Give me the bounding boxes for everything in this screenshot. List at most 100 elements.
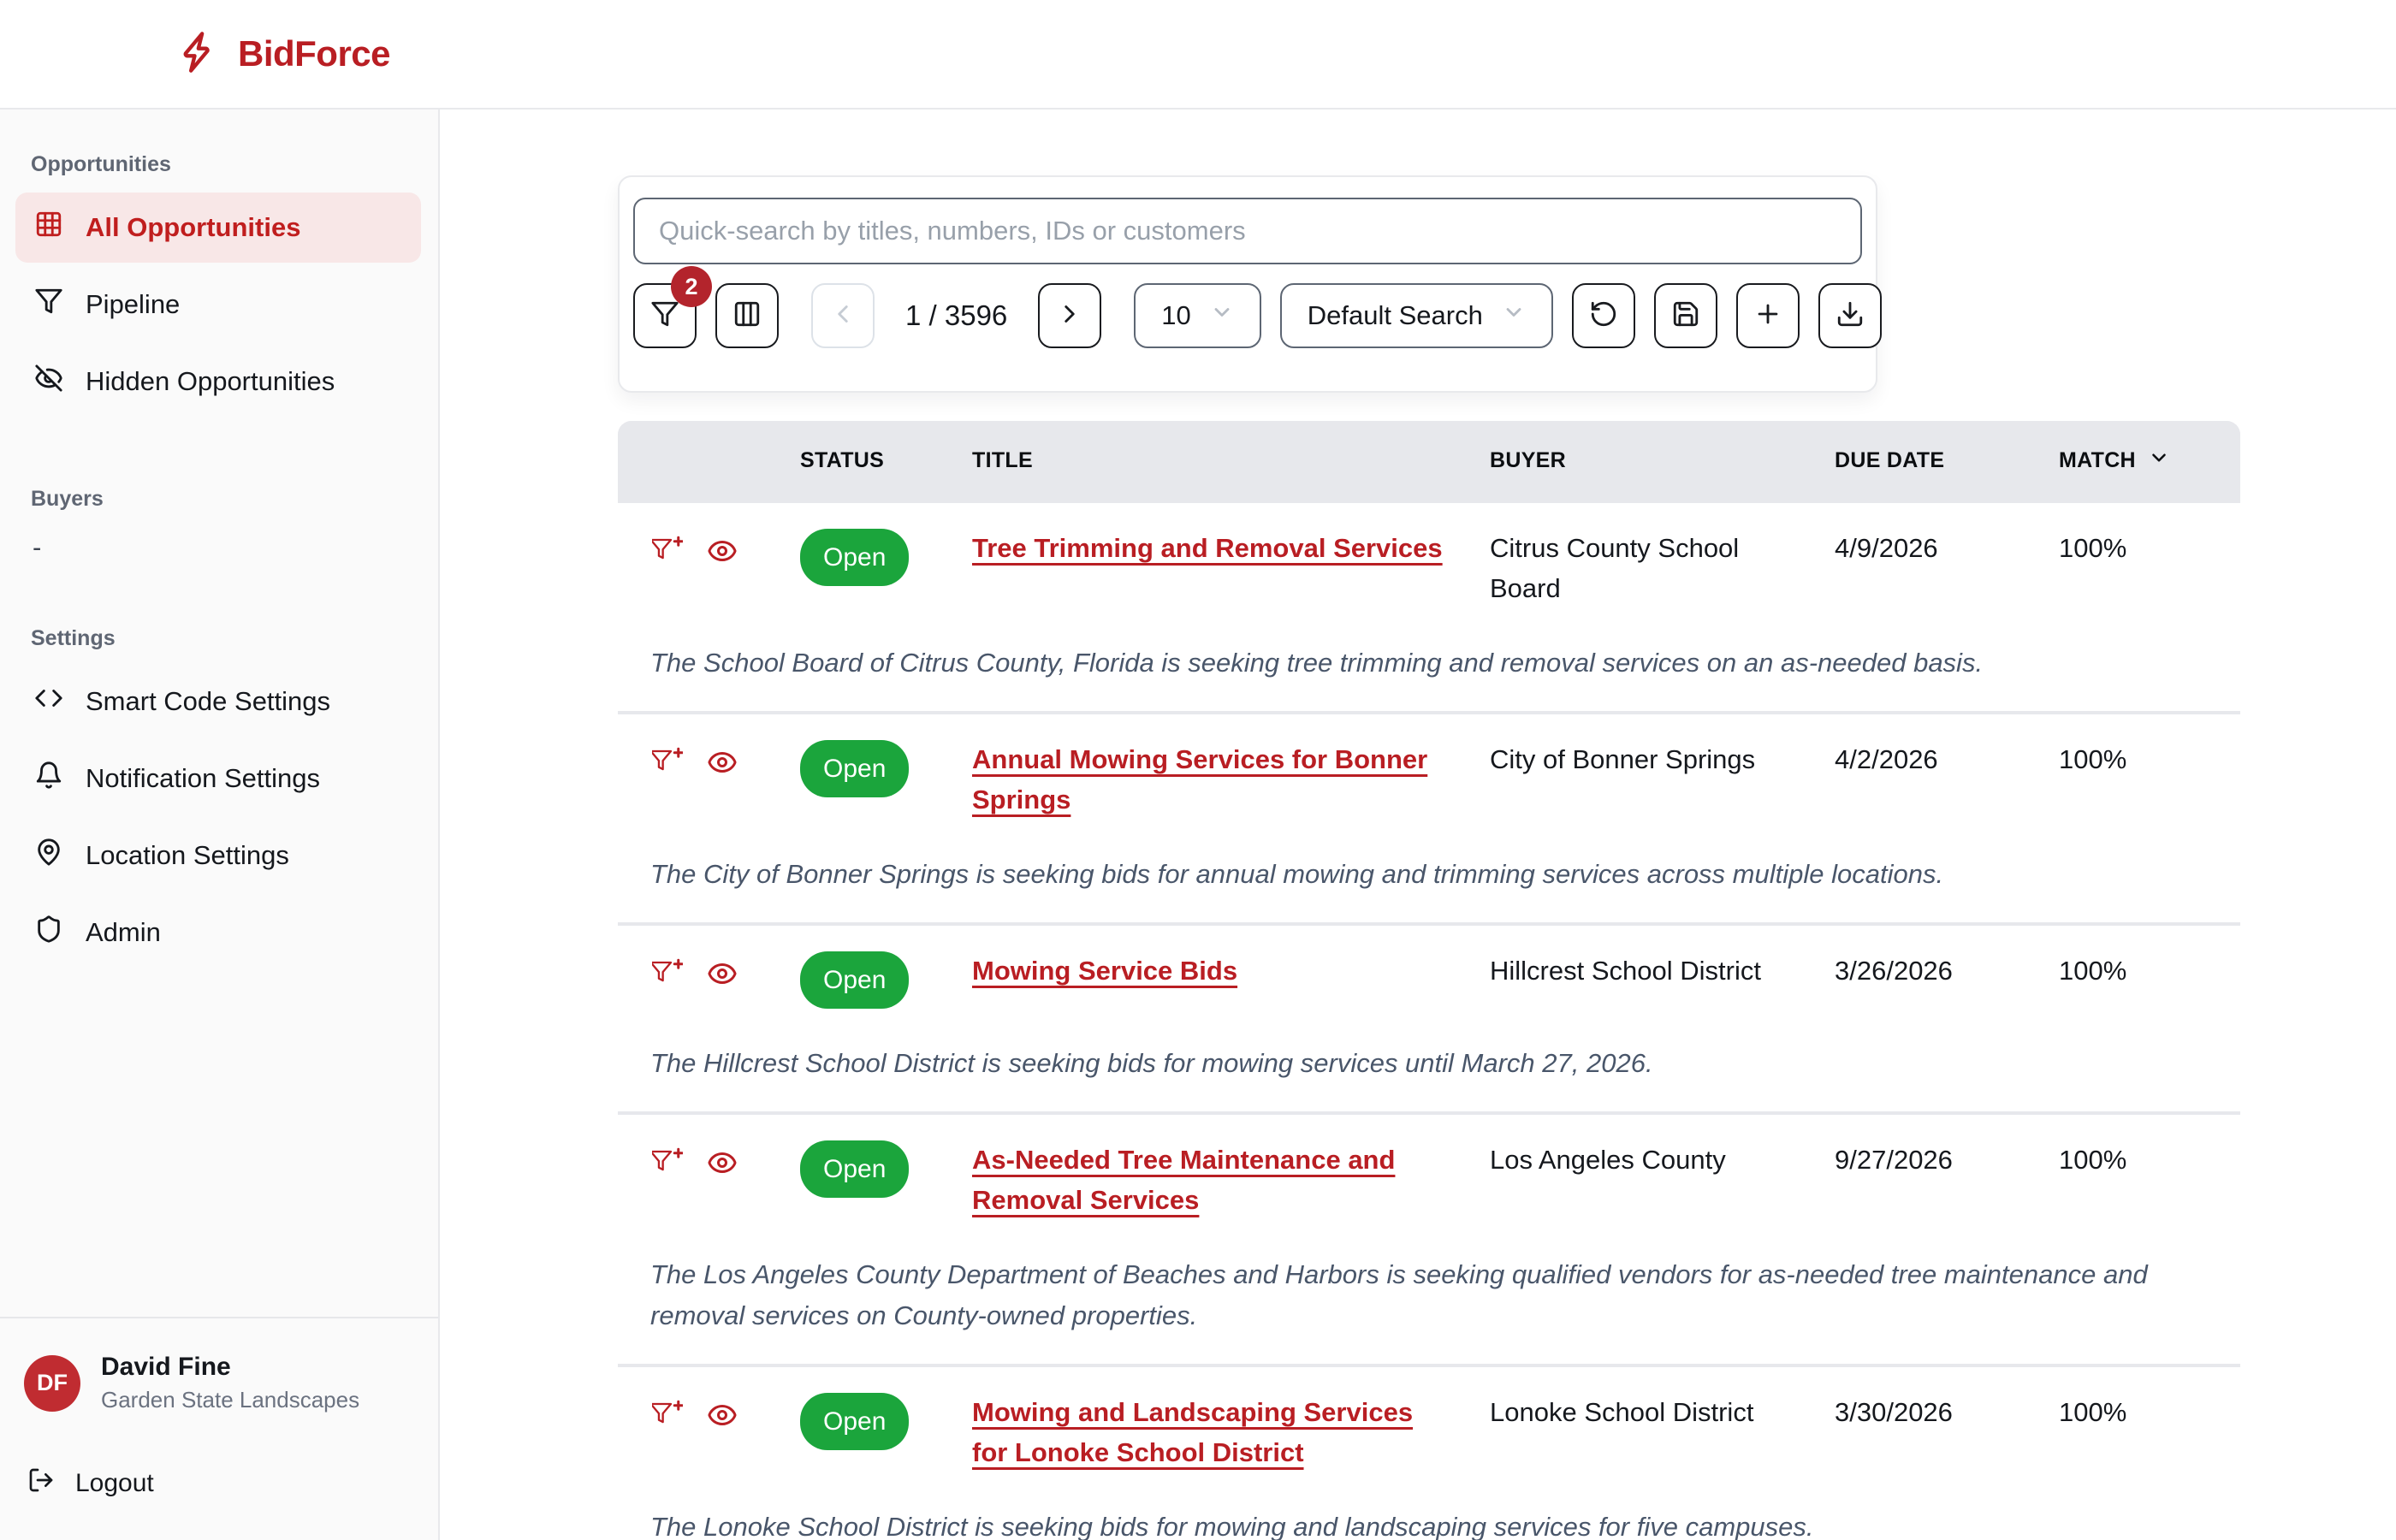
buyer-cell: Lonoke School District: [1490, 1397, 1754, 1428]
brand-name: BidForce: [238, 33, 391, 74]
status-badge: Open: [800, 1393, 910, 1451]
status-badge: Open: [800, 951, 910, 1010]
hide-eye-icon[interactable]: [707, 536, 738, 578]
column-header-status[interactable]: STATUS: [800, 448, 972, 473]
funnel-icon: [34, 287, 63, 323]
toolbar: 2 1 / 3596 10 Default Search: [633, 266, 1882, 348]
pagination-label: 1 / 3596: [905, 299, 1008, 331]
opportunities-table: STATUS TITLE BUYER DUE DATE MATCH Open T…: [618, 421, 2240, 1540]
add-filter-icon[interactable]: [649, 536, 684, 578]
column-header-match[interactable]: MATCH: [2059, 447, 2240, 475]
sidebar: Opportunities All Opportunities Pipeline…: [0, 110, 440, 1540]
logout-button[interactable]: Logout: [27, 1466, 421, 1501]
hide-eye-icon[interactable]: [707, 747, 738, 790]
due-date-cell: 9/27/2026: [1835, 1145, 1953, 1176]
opportunity-description: The Los Angeles County Department of Bea…: [650, 1259, 2148, 1331]
opportunity-title-link[interactable]: As-Needed Tree Maintenance and Removal S…: [972, 1140, 1451, 1220]
app-window: BidForce Opportunities All Opportunities…: [0, 0, 2396, 1540]
avatar: DF: [24, 1354, 80, 1412]
opportunity-description: The Hillcrest School District is seeking…: [650, 1048, 1653, 1079]
table-row: Open Tree Trimming and Removal Services …: [618, 503, 2240, 712]
hide-eye-icon[interactable]: [707, 1400, 738, 1442]
status-badge: Open: [800, 529, 910, 586]
buyer-cell: City of Bonner Springs: [1490, 744, 1756, 775]
hide-eye-icon[interactable]: [707, 1147, 738, 1190]
sidebar-item-notification-settings[interactable]: Notification Settings: [15, 743, 421, 814]
logout-label: Logout: [75, 1469, 154, 1497]
table-row: Open As-Needed Tree Maintenance and Remo…: [618, 1115, 2240, 1365]
add-filter-icon[interactable]: [649, 747, 684, 790]
status-badge: Open: [800, 1140, 910, 1199]
sidebar-item-admin[interactable]: Admin: [15, 897, 421, 968]
quick-search-input[interactable]: [633, 198, 1862, 264]
plus-icon: [1753, 299, 1782, 333]
sidebar-item-label: Location Settings: [86, 840, 289, 870]
add-filter-icon[interactable]: [649, 958, 684, 1001]
reset-search-button[interactable]: [1571, 283, 1635, 348]
sidebar-item-label: Hidden Opportunities: [86, 366, 335, 396]
due-date-cell: 3/26/2026: [1835, 956, 1953, 986]
opportunity-title-link[interactable]: Tree Trimming and Removal Services: [972, 529, 1443, 569]
buyer-cell: Los Angeles County: [1490, 1145, 1726, 1176]
column-header-due-date[interactable]: DUE DATE: [1835, 448, 2059, 473]
add-filter-icon[interactable]: [649, 1400, 684, 1442]
page-size-select[interactable]: 10: [1134, 283, 1261, 348]
section-label-opportunities: Opportunities: [31, 152, 171, 176]
lightning-bolt-icon: [178, 30, 222, 79]
user-name: David Fine: [101, 1353, 231, 1381]
chevron-down-icon: [1502, 300, 1526, 331]
sidebar-item-location-settings[interactable]: Location Settings: [15, 820, 421, 891]
opportunity-description: The City of Bonner Springs is seeking bi…: [650, 859, 1944, 890]
opportunity-title-link[interactable]: Mowing and Landscaping Services for Lono…: [972, 1393, 1451, 1472]
previous-page-button[interactable]: [811, 283, 875, 348]
export-button[interactable]: [1818, 283, 1882, 348]
opportunity-description: The Lonoke School District is seeking bi…: [650, 1512, 1814, 1540]
buyers-placeholder: -: [33, 532, 42, 562]
buyer-cell: Citrus County School Board: [1490, 533, 1740, 603]
sidebar-item-label: Notification Settings: [86, 763, 320, 793]
column-header-buyer[interactable]: BUYER: [1490, 448, 1835, 473]
sidebar-item-all-opportunities[interactable]: All Opportunities: [15, 192, 421, 263]
match-cell: 100%: [2059, 744, 2127, 775]
filter-icon: [650, 299, 679, 333]
sidebar-item-hidden-opportunities[interactable]: Hidden Opportunities: [15, 346, 421, 417]
table-icon: [34, 210, 63, 246]
chevron-right-icon: [1055, 299, 1084, 333]
save-icon: [1671, 299, 1700, 333]
logout-icon: [27, 1466, 55, 1501]
user-company: Garden State Landscapes: [101, 1387, 360, 1413]
match-cell: 100%: [2059, 1145, 2127, 1176]
table-body: Open Tree Trimming and Removal Services …: [618, 503, 2240, 1540]
opportunity-title-link[interactable]: Annual Mowing Services for Bonner Spring…: [972, 740, 1451, 820]
top-header: BidForce: [0, 0, 2396, 110]
code-icon: [34, 684, 63, 720]
hide-eye-icon[interactable]: [707, 958, 738, 1001]
add-filter-icon[interactable]: [649, 1147, 684, 1190]
sidebar-item-label: Admin: [86, 917, 161, 947]
sidebar-item-pipeline[interactable]: Pipeline: [15, 270, 421, 340]
match-cell: 100%: [2059, 956, 2127, 986]
sidebar-item-smart-code-settings[interactable]: Smart Code Settings: [15, 666, 421, 737]
opportunity-title-link[interactable]: Mowing Service Bids: [972, 951, 1237, 992]
add-search-button[interactable]: [1735, 283, 1800, 348]
opportunity-description: The School Board of Citrus County, Flori…: [650, 648, 1984, 678]
chevron-down-icon: [1210, 300, 1234, 331]
columns-icon: [732, 299, 762, 333]
search-panel: 2 1 / 3596 10: [618, 175, 1882, 393]
next-page-button[interactable]: [1038, 283, 1102, 348]
status-badge: Open: [800, 740, 910, 798]
user-card[interactable]: DF David Fine Garden State Landscapes: [15, 1318, 421, 1413]
map-pin-icon: [34, 838, 63, 874]
save-search-button[interactable]: [1653, 283, 1717, 348]
saved-search-value: Default Search: [1307, 300, 1483, 330]
columns-button[interactable]: [715, 283, 779, 348]
brand-logo[interactable]: BidForce: [178, 30, 391, 79]
sidebar-item-label: All Opportunities: [86, 212, 301, 242]
saved-search-select[interactable]: Default Search: [1279, 283, 1553, 348]
table-header: STATUS TITLE BUYER DUE DATE MATCH: [618, 421, 2240, 500]
match-cell: 100%: [2059, 533, 2127, 563]
match-cell: 100%: [2059, 1397, 2127, 1428]
eye-off-icon: [34, 364, 63, 400]
column-header-title[interactable]: TITLE: [972, 448, 1490, 473]
shield-icon: [34, 915, 63, 951]
